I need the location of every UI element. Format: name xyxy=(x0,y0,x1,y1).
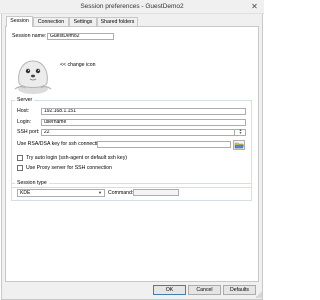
browse-button[interactable] xyxy=(233,140,245,150)
ok-button[interactable]: OK xyxy=(153,285,186,295)
session-name-input[interactable]: GuestDemo2 xyxy=(47,33,114,40)
ssh-port-label: SSH port: xyxy=(17,129,40,135)
change-icon-label[interactable]: << change icon xyxy=(60,62,95,69)
session-name-label: Session name: xyxy=(12,33,47,39)
auto-login-checkbox[interactable] xyxy=(17,155,23,161)
window-title: Session preferences - GuestDemo2 xyxy=(80,3,184,10)
close-icon[interactable]: ✕ xyxy=(249,2,260,11)
defaults-button[interactable]: Defaults xyxy=(223,285,256,295)
command-label: Command: xyxy=(108,190,134,196)
ssh-port-input[interactable]: 22 xyxy=(41,129,246,136)
port-spinner[interactable]: ▲ ▼ xyxy=(234,128,246,136)
tab-session[interactable]: Session xyxy=(6,16,33,27)
chevron-down-icon: ▼ xyxy=(98,190,102,195)
rsa-key-input[interactable] xyxy=(97,141,231,148)
seal-icon[interactable] xyxy=(11,53,55,97)
command-input[interactable] xyxy=(133,189,179,196)
server-group-title: Server xyxy=(15,97,35,103)
host-input[interactable]: 192.168.1.151 xyxy=(41,108,246,115)
tab-settings[interactable]: Settings xyxy=(69,17,97,26)
folder-open-icon xyxy=(234,142,244,149)
resize-grip-icon[interactable] xyxy=(254,290,262,298)
proxy-label[interactable]: Use Proxy server for SSH connection xyxy=(26,165,112,172)
title-bar: Session preferences - GuestDemo2 ✕ xyxy=(0,0,264,14)
login-input[interactable]: username xyxy=(41,119,246,126)
cancel-button[interactable]: Cancel xyxy=(188,285,221,295)
auto-login-label[interactable]: Try auto login (ssh-agent or default ssh… xyxy=(26,155,127,162)
tab-shared-folders[interactable]: Shared folders xyxy=(97,17,138,26)
rsa-key-label: Use RSA/DSA key for ssh connection: xyxy=(17,141,105,147)
tab-connection[interactable]: Connection xyxy=(33,17,69,26)
session-type-value: KDE xyxy=(20,190,31,196)
spin-down-icon[interactable]: ▼ xyxy=(235,131,246,135)
host-label: Host: xyxy=(17,108,30,114)
proxy-checkbox[interactable] xyxy=(17,165,23,171)
login-label: Login: xyxy=(17,119,32,125)
session-type-select[interactable]: KDE ▼ xyxy=(17,189,105,197)
session-type-title: Session type xyxy=(15,180,49,186)
